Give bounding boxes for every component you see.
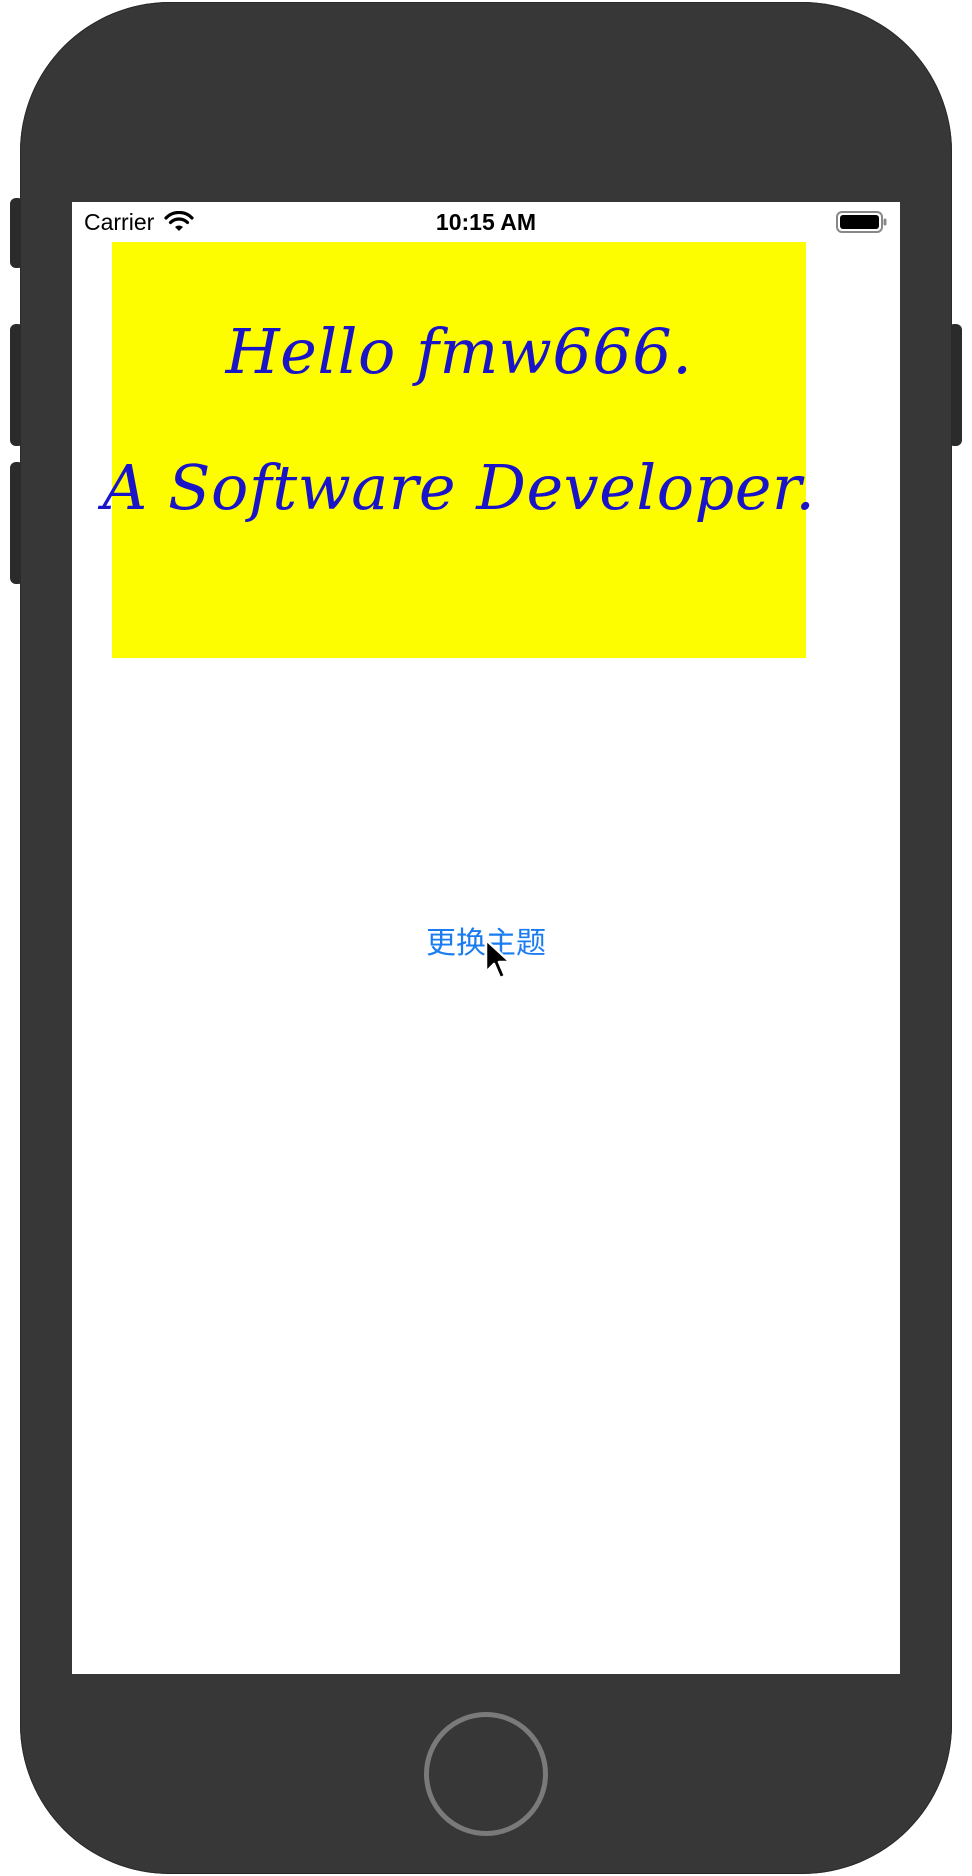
home-button[interactable]: [424, 1712, 548, 1836]
battery-icon: [836, 211, 887, 233]
status-right: [628, 210, 888, 234]
status-left: Carrier: [84, 209, 344, 236]
wifi-icon: [164, 211, 194, 231]
mouse-cursor-icon: [484, 938, 512, 980]
status-time: 10:15 AM: [435, 208, 537, 235]
status-bar: Carrier 10:15 AM: [72, 202, 900, 242]
banner-line-hello: Hello fmw666.: [225, 315, 693, 388]
greeting-banner: Hello fmw666. A Software Developer.: [103, 242, 815, 658]
simulator-stage: Carrier 10:15 AM Hello fmw666. A Softwar…: [0, 0, 972, 1876]
carrier-label: Carrier: [84, 208, 155, 235]
banner-line-role: A Software Developer.: [102, 451, 816, 524]
phone-screen: Carrier 10:15 AM Hello fmw666. A Softwar…: [72, 202, 900, 1674]
